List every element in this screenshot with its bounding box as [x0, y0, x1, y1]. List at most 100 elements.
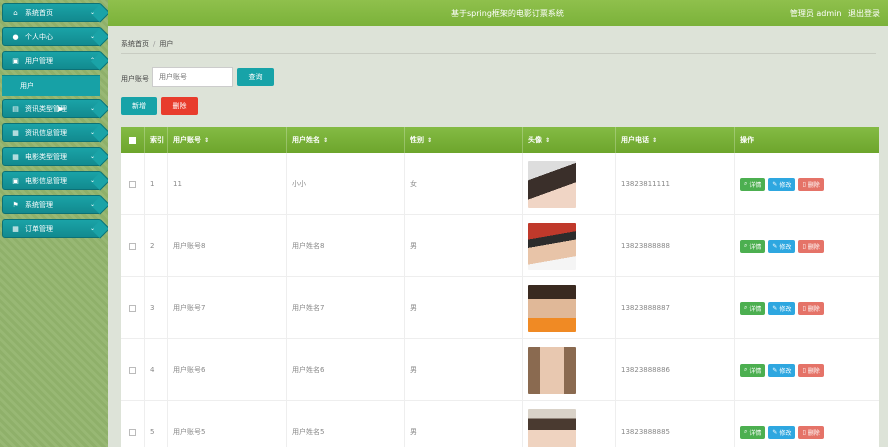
sort-icon[interactable]: ⇕: [545, 137, 550, 144]
database-icon: ▤: [12, 104, 19, 113]
sidebar-item-label: 资讯信息管理: [25, 128, 67, 137]
name-cell: 用户姓名5: [287, 401, 405, 447]
edit-button[interactable]: ✎ 修改: [768, 239, 796, 253]
header-phone[interactable]: 用户电话 ⇕: [616, 127, 735, 153]
select-all-cell: [121, 127, 145, 153]
actions-cell: ⌕ 详情 ✎ 修改 ▯ 删除: [735, 339, 879, 401]
sort-icon[interactable]: ⇕: [323, 137, 328, 144]
header-gender[interactable]: 性别 ⇕: [405, 127, 523, 153]
site-title: 基于spring框架的电影订票系统: [451, 9, 564, 18]
select-cell: [121, 339, 145, 401]
chevron-down-icon: ⌄: [89, 177, 95, 184]
query-button[interactable]: 查询: [237, 68, 274, 86]
search-input[interactable]: [152, 67, 233, 87]
delete-label: 删除: [807, 181, 820, 189]
sidebar-item-label: 系统首页: [25, 8, 53, 17]
person-icon: ●: [12, 32, 19, 41]
breadcrumb-current: 用户: [159, 40, 174, 48]
home-icon: ⌂: [13, 8, 18, 17]
search-icon: ⌕: [744, 304, 748, 311]
row-delete-button[interactable]: ▯ 删除: [798, 239, 824, 253]
chevron-down-icon: ⌄: [89, 105, 95, 112]
flag-icon: ⚑: [12, 200, 19, 209]
detail-button[interactable]: ⌕ 详情: [740, 301, 766, 315]
row-checkbox[interactable]: [129, 242, 136, 250]
row-delete-button[interactable]: ▯ 删除: [798, 425, 824, 439]
sidebar-item-news-info[interactable]: ▦ 资讯信息管理 ⌄: [2, 123, 102, 142]
header-avatar[interactable]: 头像 ⇕: [523, 127, 616, 153]
row-delete-button[interactable]: ▯ 删除: [798, 177, 824, 191]
avatar: [528, 222, 576, 270]
user-info: 管理员 admin 退出登录: [786, 8, 880, 19]
sidebar-item-news-type[interactable]: ▤ 资讯类型管理 ⌄: [2, 99, 102, 118]
actions-cell: ⌕ 详情 ✎ 修改 ▯ 删除: [735, 215, 879, 277]
sidebar-item-label: 系统管理: [25, 200, 53, 209]
sidebar-item-movie-info[interactable]: ▣ 电影信息管理 ⌄: [2, 171, 102, 190]
phone-cell: 13823888887: [616, 277, 735, 339]
user-table: 索引 用户账号 ⇕ 用户姓名 ⇕ 性别 ⇕ 头像 ⇕ 用户电话 ⇕ 操作 1 11 小小 …: [121, 127, 879, 447]
row-checkbox[interactable]: [129, 366, 136, 374]
sidebar-item-home[interactable]: ⌂ 系统首页 ⌄: [2, 3, 102, 22]
divider: [121, 53, 876, 54]
edit-button[interactable]: ✎ 修改: [768, 363, 796, 377]
name-cell: 小小: [287, 153, 405, 215]
logout-link[interactable]: 退出登录: [848, 9, 880, 18]
select-all-checkbox[interactable]: [129, 136, 136, 144]
index-cell: 2: [145, 215, 168, 277]
detail-button[interactable]: ⌕ 详情: [740, 177, 766, 191]
header-name[interactable]: 用户姓名 ⇕: [287, 127, 405, 153]
trash-icon: ▯: [802, 180, 806, 188]
delete-button[interactable]: 删除: [161, 97, 198, 115]
row-delete-button[interactable]: ▯ 删除: [798, 363, 824, 377]
sort-icon[interactable]: ⇕: [652, 137, 657, 144]
detail-label: 详情: [749, 429, 762, 437]
breadcrumb-separator: /: [153, 40, 156, 48]
avatar-cell: [523, 277, 616, 339]
edit-button[interactable]: ✎ 修改: [768, 301, 796, 315]
index-cell: 3: [145, 277, 168, 339]
sidebar-item-user-manage[interactable]: ▣ 用户管理 ⌃: [2, 51, 102, 70]
chevron-down-icon: ⌄: [89, 153, 95, 160]
header-label: 用户姓名: [292, 136, 320, 144]
edit-icon: ✎: [772, 366, 778, 374]
table-row: 4 用户账号6 用户姓名6 男 13823888886 ⌕ 详情 ✎ 修改 ▯ 删除: [121, 339, 879, 401]
sidebar-subitem-label: 用户: [20, 82, 34, 90]
breadcrumb-home[interactable]: 系统首页: [121, 40, 149, 48]
row-checkbox[interactable]: [129, 180, 136, 188]
search-icon: ⌕: [744, 180, 748, 187]
row-checkbox[interactable]: [129, 304, 136, 312]
detail-label: 详情: [749, 181, 762, 189]
sidebar-item-movie-type[interactable]: ▦ 电影类型管理 ⌄: [2, 147, 102, 166]
header-account[interactable]: 用户账号 ⇕: [168, 127, 287, 153]
avatar-cell: [523, 401, 616, 447]
sidebar-subitem-user[interactable]: 用户: [2, 75, 100, 96]
row-checkbox[interactable]: [129, 428, 136, 436]
sort-icon[interactable]: ⇕: [427, 137, 432, 144]
detail-button[interactable]: ⌕ 详情: [740, 363, 766, 377]
sidebar-item-orders[interactable]: ▦ 订单管理 ⌄: [2, 219, 102, 238]
index-cell: 5: [145, 401, 168, 447]
edit-label: 修改: [779, 305, 792, 313]
detail-button[interactable]: ⌕ 详情: [740, 425, 766, 439]
edit-label: 修改: [779, 367, 792, 375]
sidebar-item-profile[interactable]: ● 个人中心 ⌄: [2, 27, 102, 46]
row-delete-button[interactable]: ▯ 删除: [798, 301, 824, 315]
sidebar-item-system[interactable]: ⚑ 系统管理 ⌄: [2, 195, 102, 214]
avatar: [528, 284, 576, 332]
edit-label: 修改: [779, 429, 792, 437]
avatar-cell: [523, 339, 616, 401]
phone-cell: 13823888886: [616, 339, 735, 401]
header-label: 性别: [410, 136, 424, 144]
breadcrumb: 系统首页 / 用户: [121, 39, 173, 49]
sidebar-item-label: 电影信息管理: [25, 176, 67, 185]
detail-button[interactable]: ⌕ 详情: [740, 239, 766, 253]
edit-button[interactable]: ✎ 修改: [768, 425, 796, 439]
avatar-cell: [523, 215, 616, 277]
table-row: 5 用户账号5 用户姓名5 男 13823888885 ⌕ 详情 ✎ 修改 ▯ 删除: [121, 401, 879, 447]
edit-button[interactable]: ✎ 修改: [768, 177, 796, 191]
search-icon: ⌕: [744, 366, 748, 373]
name-cell: 用户姓名8: [287, 215, 405, 277]
select-cell: [121, 215, 145, 277]
add-button[interactable]: 新增: [121, 97, 157, 115]
sort-icon[interactable]: ⇕: [204, 137, 209, 144]
